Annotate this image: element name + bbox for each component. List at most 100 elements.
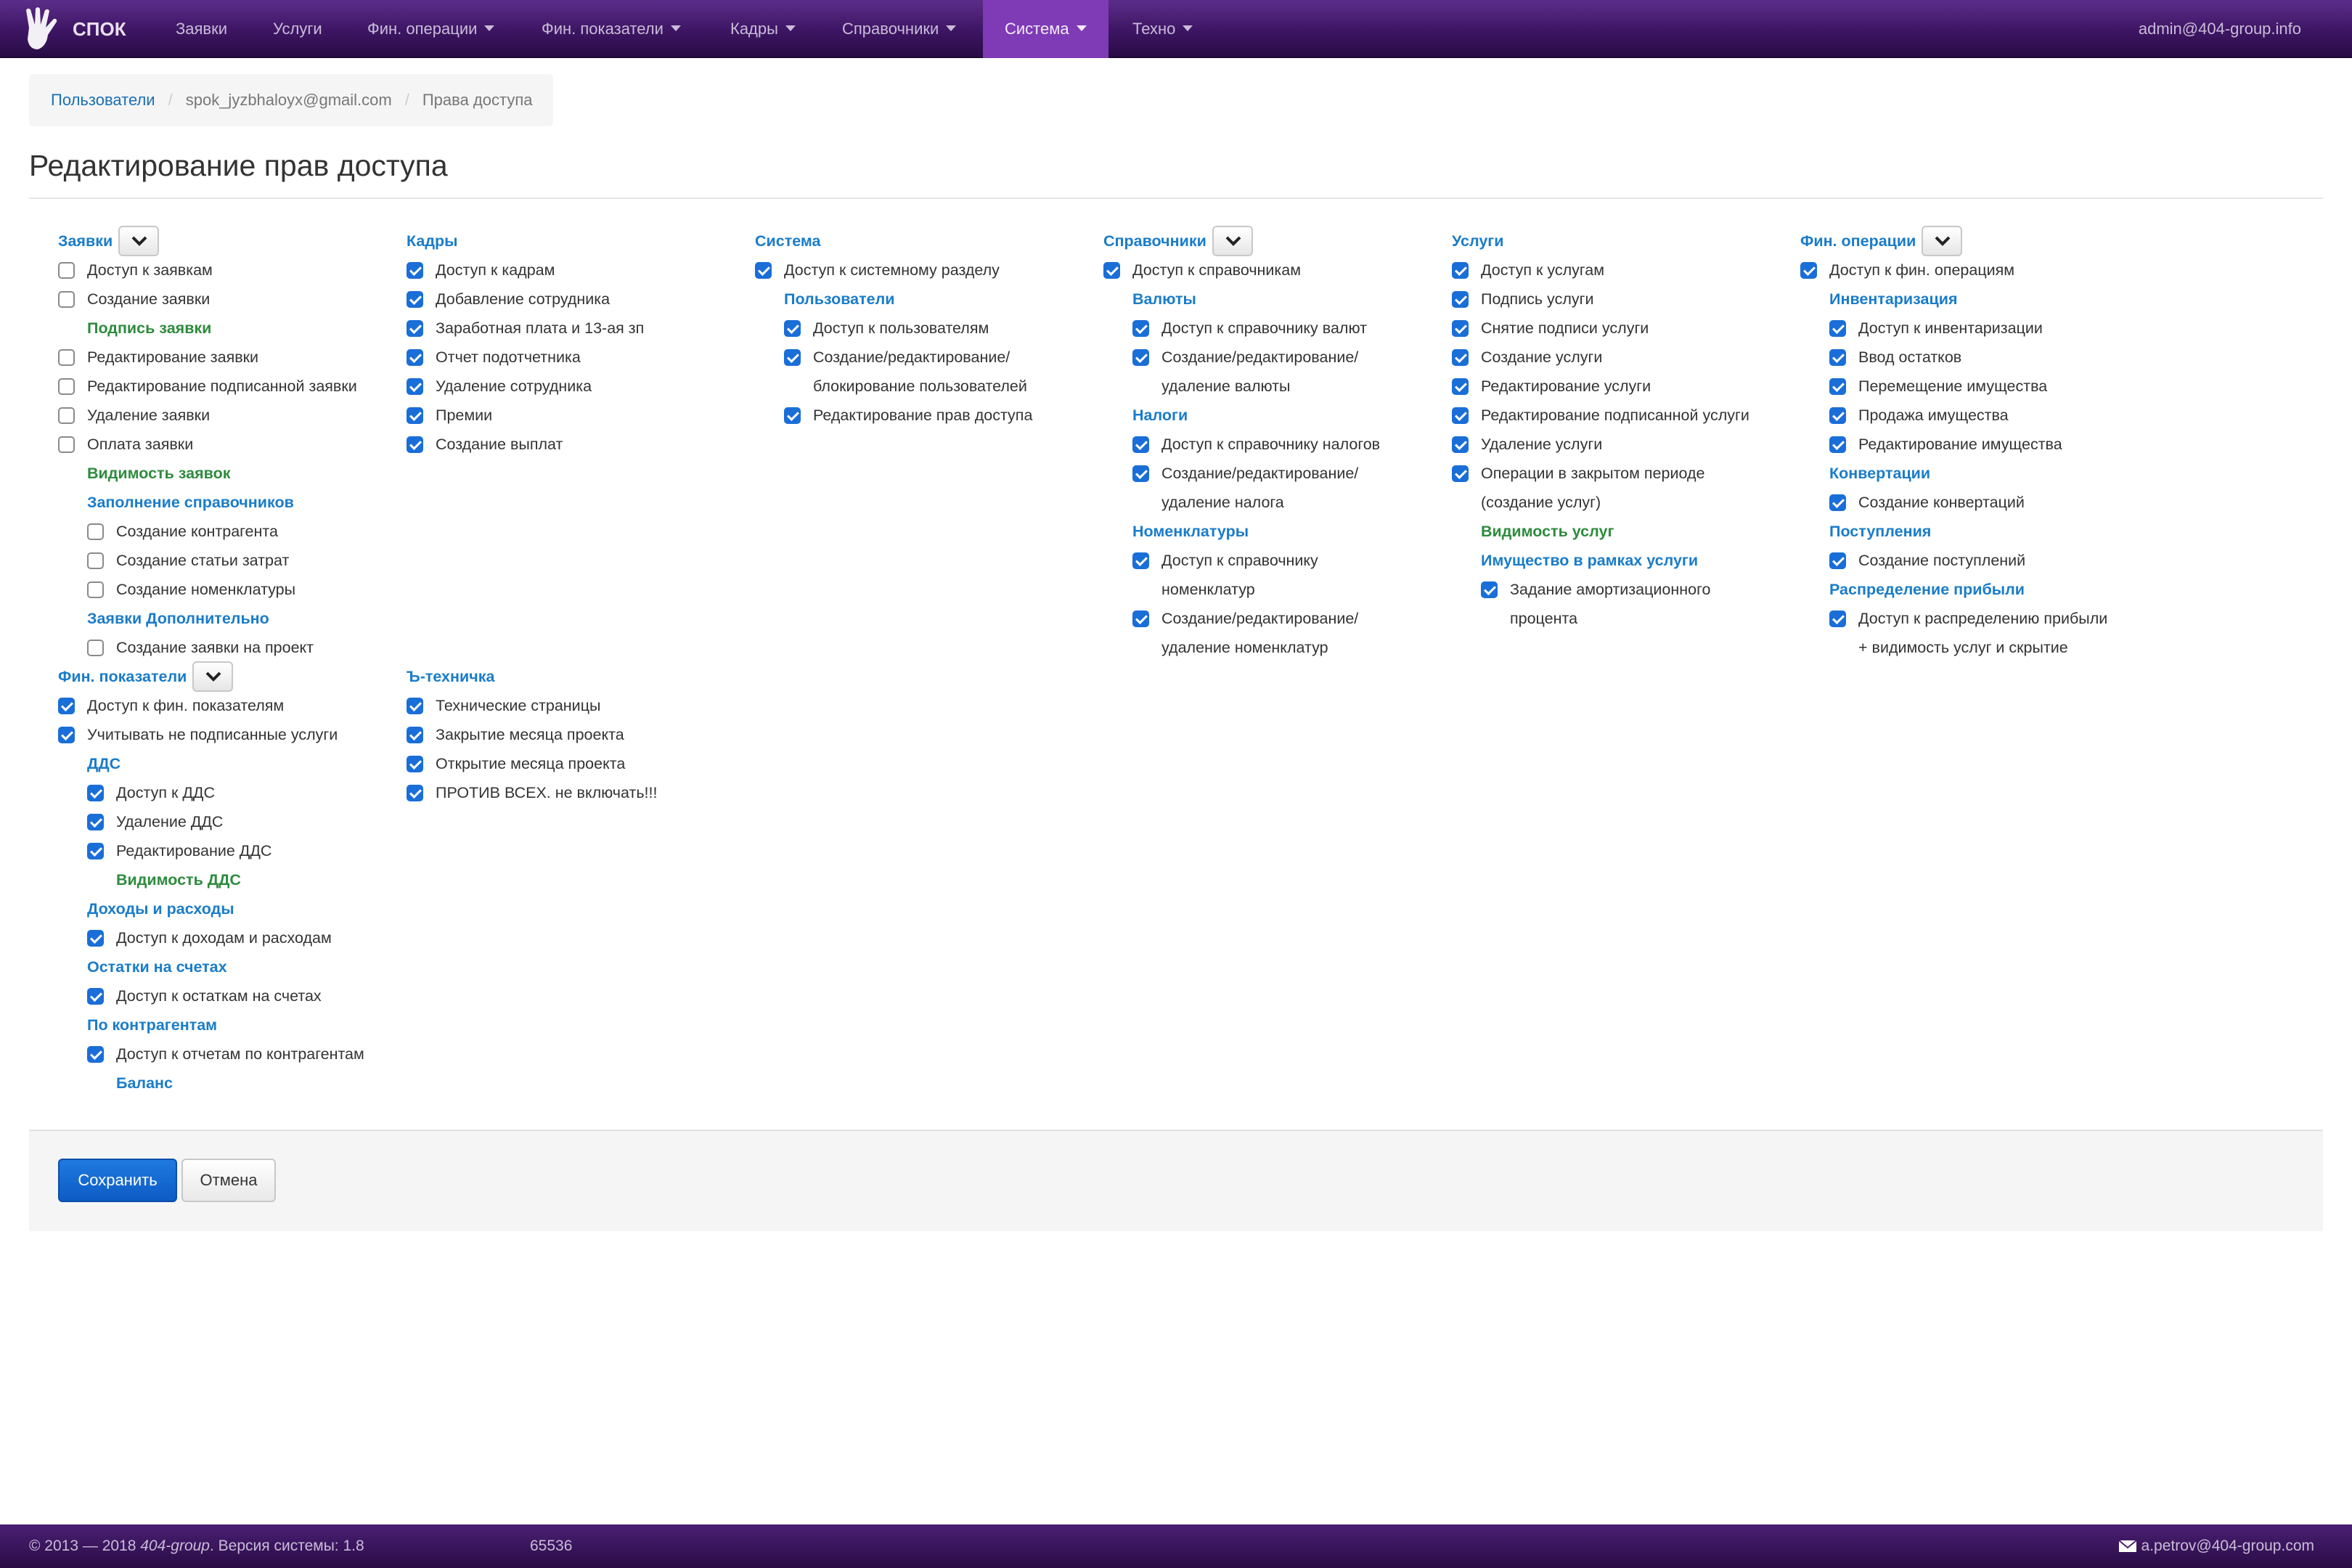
checkbox[interactable] <box>1132 610 1149 627</box>
permission-checkbox-row[interactable]: Доступ к пользователям <box>784 314 989 343</box>
permission-checkbox-row[interactable]: Создание/редактирование/ <box>784 343 1010 372</box>
checkbox[interactable] <box>1829 436 1846 453</box>
permission-checkbox-row[interactable]: Редактирование услуги <box>1452 372 1651 401</box>
nav-item-7[interactable]: Техно <box>1111 0 1214 58</box>
permission-checkbox-row[interactable]: Закрытие месяца проекта <box>407 720 624 749</box>
permission-checkbox-row[interactable]: Доступ к отчетам по контрагентам <box>87 1040 364 1069</box>
checkbox[interactable] <box>1452 465 1469 482</box>
checkbox[interactable] <box>407 436 423 453</box>
checkbox[interactable] <box>1829 552 1846 569</box>
permission-checkbox-row[interactable]: Создание заявки на проект <box>87 633 314 662</box>
nav-item-0[interactable]: Заявки <box>154 0 249 58</box>
checkbox[interactable] <box>87 639 104 656</box>
permission-checkbox-row[interactable]: Создание поступлений <box>1829 546 2025 575</box>
checkbox[interactable] <box>1829 319 1846 337</box>
checkbox[interactable] <box>1452 261 1469 279</box>
group-toggle-button[interactable] <box>118 226 160 256</box>
permission-checkbox-row[interactable]: Доступ к фин. показателям <box>58 691 284 720</box>
permission-checkbox-row[interactable]: Заработная плата и 13-ая зп <box>407 314 644 343</box>
permission-checkbox-row[interactable]: Редактирование заявки <box>58 343 258 372</box>
permission-checkbox-row[interactable]: Редактирование имущества <box>1829 430 2062 459</box>
permission-checkbox-row[interactable]: Технические страницы <box>407 691 600 720</box>
permission-checkbox-row[interactable]: Продажа имущества <box>1829 401 2009 430</box>
checkbox[interactable] <box>407 319 423 337</box>
permission-checkbox-row[interactable]: Отчет подотчетника <box>407 343 581 372</box>
nav-item-4[interactable]: Кадры <box>709 0 817 58</box>
permission-checkbox-row[interactable]: Оплата заявки <box>58 430 193 459</box>
permission-checkbox-row[interactable]: Доступ к заявкам <box>58 256 213 285</box>
checkbox[interactable] <box>58 377 75 395</box>
breadcrumb-users-link[interactable]: Пользователи <box>51 91 155 109</box>
permission-checkbox-row[interactable]: Удаление сотрудника <box>407 372 592 401</box>
group-toggle-button[interactable] <box>192 661 234 692</box>
permission-checkbox-row[interactable]: Доступ к распределению прибыли <box>1829 604 2107 633</box>
checkbox[interactable] <box>407 348 423 366</box>
checkbox[interactable] <box>1132 348 1149 366</box>
permission-checkbox-row[interactable]: Создание/редактирование/ <box>1132 459 1358 488</box>
permission-checkbox-row[interactable]: Доступ к справочнику валют <box>1132 314 1367 343</box>
permission-checkbox-row[interactable]: Редактирование подписанной заявки <box>58 372 357 401</box>
permission-checkbox-row[interactable]: Доступ к ДДС <box>87 778 215 807</box>
permission-checkbox-row[interactable]: Создание конвертаций <box>1829 488 2025 517</box>
permission-checkbox-row[interactable]: ПРОТИВ ВСЕХ. не включать!!! <box>407 778 657 807</box>
permission-checkbox-row[interactable]: Учитывать не подписанные услуги <box>58 720 338 749</box>
brand-logo[interactable]: СПОК <box>22 0 126 58</box>
checkbox[interactable] <box>58 290 75 308</box>
checkbox[interactable] <box>1452 407 1469 424</box>
checkbox[interactable] <box>784 348 801 366</box>
group-toggle-button[interactable] <box>1922 226 1963 256</box>
checkbox[interactable] <box>1481 581 1498 598</box>
checkbox[interactable] <box>87 523 104 540</box>
permission-checkbox-row[interactable]: Доступ к справочнику <box>1132 546 1318 575</box>
checkbox[interactable] <box>1829 494 1846 511</box>
checkbox[interactable] <box>1452 377 1469 395</box>
permission-checkbox-row[interactable]: Добавление сотрудника <box>407 285 610 314</box>
checkbox[interactable] <box>1452 436 1469 453</box>
checkbox[interactable] <box>407 726 423 743</box>
checkbox[interactable] <box>407 755 423 772</box>
checkbox[interactable] <box>407 261 423 279</box>
group-toggle-button[interactable] <box>1212 226 1253 256</box>
checkbox[interactable] <box>58 261 75 279</box>
permission-checkbox-row[interactable]: Доступ к услугам <box>1452 256 1604 285</box>
checkbox[interactable] <box>784 319 801 337</box>
save-button[interactable]: Сохранить <box>58 1159 177 1202</box>
checkbox[interactable] <box>407 407 423 424</box>
permission-checkbox-row[interactable]: Доступ к справочнику налогов <box>1132 430 1380 459</box>
checkbox[interactable] <box>407 377 423 395</box>
checkbox[interactable] <box>1132 552 1149 569</box>
permission-checkbox-row[interactable]: Доступ к доходам и расходам <box>87 923 332 952</box>
checkbox[interactable] <box>1829 377 1846 395</box>
checkbox[interactable] <box>87 987 104 1005</box>
checkbox[interactable] <box>1132 319 1149 337</box>
permission-checkbox-row[interactable]: Ввод остатков <box>1829 343 1961 372</box>
checkbox[interactable] <box>1132 436 1149 453</box>
permission-checkbox-row[interactable]: Перемещение имущества <box>1829 372 2047 401</box>
checkbox[interactable] <box>407 784 423 801</box>
permission-checkbox-row[interactable]: Операции в закрытом периоде <box>1452 459 1704 488</box>
checkbox[interactable] <box>1452 290 1469 308</box>
checkbox[interactable] <box>784 407 801 424</box>
permission-checkbox-row[interactable]: Создание заявки <box>58 285 210 314</box>
nav-item-2[interactable]: Фин. операции <box>346 0 516 58</box>
checkbox[interactable] <box>1132 465 1149 482</box>
permission-checkbox-row[interactable]: Создание выплат <box>407 430 563 459</box>
checkbox[interactable] <box>87 552 104 569</box>
checkbox[interactable] <box>58 726 75 743</box>
permission-checkbox-row[interactable]: Редактирование прав доступа <box>784 401 1032 430</box>
checkbox[interactable] <box>1103 261 1120 279</box>
checkbox[interactable] <box>58 436 75 453</box>
checkbox[interactable] <box>58 348 75 366</box>
checkbox[interactable] <box>1800 261 1817 279</box>
permission-checkbox-row[interactable]: Создание номенклатуры <box>87 575 295 604</box>
permission-checkbox-row[interactable]: Открытие месяца проекта <box>407 749 625 778</box>
permission-checkbox-row[interactable]: Создание/редактирование/ <box>1132 604 1358 633</box>
permission-checkbox-row[interactable]: Создание статьи затрат <box>87 546 289 575</box>
permission-checkbox-row[interactable]: Создание/редактирование/ <box>1132 343 1358 372</box>
checkbox[interactable] <box>87 929 104 947</box>
permission-checkbox-row[interactable]: Доступ к системному разделу <box>755 256 1000 285</box>
permission-checkbox-row[interactable]: Доступ к фин. операциям <box>1800 256 2014 285</box>
checkbox[interactable] <box>1829 610 1846 627</box>
checkbox[interactable] <box>87 842 104 859</box>
permission-checkbox-row[interactable]: Создание услуги <box>1452 343 1602 372</box>
